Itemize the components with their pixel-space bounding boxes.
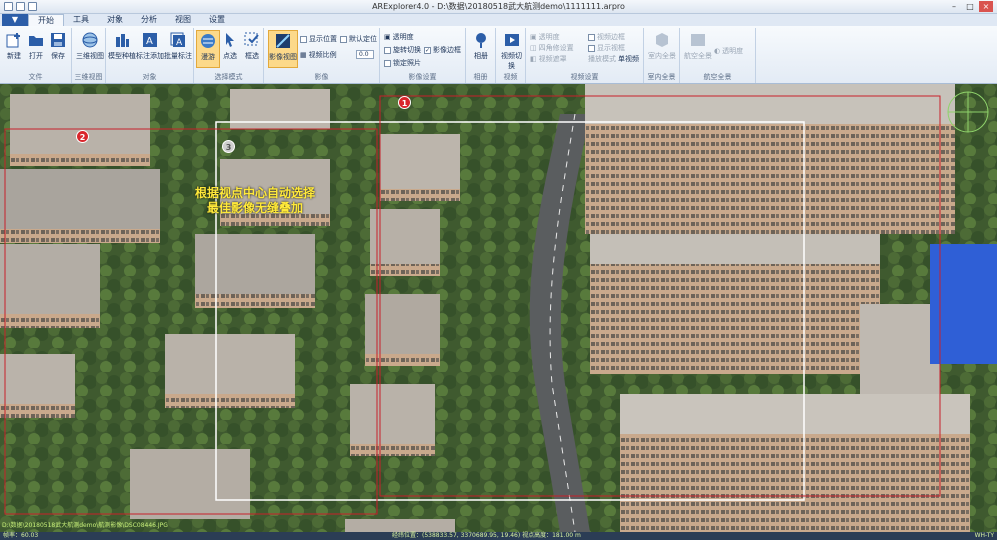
label-add-button[interactable]: A 标注添加: [136, 30, 164, 68]
video-switch-icon: [504, 34, 519, 46]
tab-view[interactable]: 视图: [166, 14, 200, 26]
lock-photo-checkbox[interactable]: [384, 59, 391, 67]
video-frame-toggle[interactable]: 视频边框: [588, 32, 625, 42]
display-mode-select[interactable]: 播放模式 单视频: [588, 54, 639, 64]
image-badge-1[interactable]: 1: [398, 96, 411, 109]
tab-settings[interactable]: 设置: [200, 14, 234, 26]
rotate-switch-checkbox[interactable]: [384, 46, 391, 54]
image-badge-3[interactable]: 3: [222, 140, 235, 153]
air-transparency-icon: ◐: [714, 47, 721, 55]
compass-icon[interactable]: [947, 91, 989, 133]
point-select-button[interactable]: 点选: [218, 30, 242, 68]
group-object: 模型种植 A 标注添加 A 批量标注 对象: [106, 28, 194, 83]
transparency-button[interactable]: ▣ 透明度: [384, 32, 414, 42]
new-button[interactable]: 新建: [2, 30, 26, 68]
frame-rate: 帧率：60.03: [3, 532, 39, 539]
maximize-button[interactable]: □: [963, 1, 977, 12]
image-border-checkbox[interactable]: ✓: [424, 46, 431, 54]
group-select-mode: 漫游 点选 框选 选择模式: [194, 28, 264, 83]
label-add-icon: A: [143, 33, 157, 47]
batch-label-icon: A: [170, 32, 185, 48]
save-icon: [51, 33, 65, 47]
show-position-toggle[interactable]: 显示位置: [300, 34, 337, 44]
globe-browse-icon: [201, 34, 215, 48]
image-view-button[interactable]: 影像视图: [268, 30, 298, 68]
album-pin-icon: [476, 33, 486, 48]
indoor-pano-button[interactable]: 室内全景: [648, 30, 676, 68]
model-plant-button[interactable]: 模型种植: [108, 30, 136, 68]
map-viewport[interactable]: 1 2 3 根据视点中心自动选择 最佳影像无缝叠加 D:\数据\20180518…: [0, 84, 997, 532]
image-ratio-control[interactable]: ▦ 视频比例: [300, 50, 337, 60]
cursor-arrow-icon: [226, 33, 234, 47]
show-frame-checkbox[interactable]: [588, 44, 595, 52]
tab-start[interactable]: 开始: [28, 14, 64, 26]
default-position-checkbox[interactable]: [340, 35, 347, 43]
four-corner-icon: ◫: [530, 44, 537, 52]
folder-open-icon: [29, 36, 43, 46]
show-frame-toggle[interactable]: 显示视框: [588, 43, 625, 53]
building-model-icon: [116, 34, 129, 47]
overlay-caption: 根据视点中心自动选择 最佳影像无缝叠加: [194, 186, 315, 215]
default-position-toggle[interactable]: 默认定位: [340, 34, 377, 44]
image-view-icon: [276, 34, 290, 48]
air-pano-icon: [691, 34, 705, 46]
batch-label-button[interactable]: A 批量标注: [164, 30, 192, 68]
open-button[interactable]: 打开: [24, 30, 48, 68]
close-button[interactable]: ×: [979, 1, 993, 12]
group-imagery: 影像视图 显示位置 默认定位 ▦ 视频比例 0.0 影像: [264, 28, 380, 83]
globe-3d-icon: [82, 32, 98, 48]
lock-photo-toggle[interactable]: 锁定照片: [384, 58, 421, 68]
ratio-spinner[interactable]: 0.0: [356, 50, 374, 59]
minimize-button[interactable]: –: [947, 1, 961, 12]
group-album: 相册 相册: [466, 28, 496, 83]
group-air-pano: 航空全景 ◐ 透明度 航空全景: [680, 28, 756, 83]
box-select-icon: [244, 32, 259, 46]
air-transparency-button[interactable]: ◐ 透明度: [714, 46, 743, 56]
group-video: 视频切换 视频: [496, 28, 526, 83]
file-menu-button[interactable]: ▼: [2, 14, 28, 26]
svg-text:A: A: [146, 36, 153, 47]
orientation-readout: WH-TY: [974, 532, 994, 539]
group-file: 新建 打开 保存 文件: [0, 28, 72, 83]
image-file-path: D:\数据\20180518武大航测demo\航测影像\DSC08446.JPG: [2, 522, 168, 529]
four-corner-button[interactable]: ◫ 四角修设置: [530, 43, 574, 53]
right-highrises: [585, 84, 997, 532]
ribbon-tabs: ▼ 开始 工具 对象 分析 视图 设置: [0, 14, 997, 26]
title-bar: ARExplorer4.0 - D:\数据\20180518武大航测demo\1…: [0, 0, 997, 14]
group-3dview: 三维视图 三维视图: [72, 28, 106, 83]
image-border-toggle[interactable]: ✓ 影像边框: [424, 45, 461, 55]
svg-text:A: A: [176, 38, 183, 48]
rotate-switch-toggle[interactable]: 旋转切换: [384, 45, 421, 55]
video-mask-icon: ◧: [530, 55, 537, 63]
view3d-button[interactable]: 三维视图: [76, 30, 104, 68]
tab-object[interactable]: 对象: [98, 14, 132, 26]
album-button[interactable]: 相册: [469, 30, 493, 68]
box-select-button[interactable]: 框选: [240, 30, 264, 68]
tab-analysis[interactable]: 分析: [132, 14, 166, 26]
coordinate-readout: 经纬位置：(538833.57, 3370689.95, 19.46) 视点高度…: [392, 532, 581, 539]
ratio-icon: ▦: [300, 51, 307, 59]
show-position-checkbox[interactable]: [300, 35, 307, 43]
tab-tools[interactable]: 工具: [64, 14, 98, 26]
air-pano-button[interactable]: 航空全景: [684, 30, 712, 68]
transparency-icon: ▣: [384, 33, 391, 41]
browse-button[interactable]: 漫游: [196, 30, 220, 68]
video-mask-button[interactable]: ◧ 视频遮罩: [530, 54, 567, 64]
aerial-image: [0, 84, 997, 532]
video-transparency-button[interactable]: ▣ 透明度: [530, 32, 560, 42]
video-transparency-icon: ▣: [530, 33, 537, 41]
window-title: ARExplorer4.0 - D:\数据\20180518武大航测demo\1…: [372, 2, 625, 11]
group-video-settings: ▣ 透明度 视频边框 ◫ 四角修设置 显示视框 ◧ 视频遮罩 播放模式 单视频 视频设置: [526, 28, 644, 83]
video-switch-button[interactable]: 视频切换: [498, 30, 525, 70]
group-indoor-pano: 室内全景 室内全景: [644, 28, 680, 83]
group-image-settings: ▣ 透明度 旋转切换 ✓ 影像边框 锁定照片 影像设置: [380, 28, 466, 83]
image-badge-2[interactable]: 2: [76, 130, 89, 143]
ribbon: 新建 打开 保存 文件 三维视图 三维视图 模型种植 A 标注添加 A 批量标注…: [0, 26, 997, 84]
new-icon: [6, 33, 20, 48]
status-bar: 帧率：60.03 经纬位置：(538833.57, 3370689.95, 19…: [0, 532, 997, 540]
video-frame-checkbox[interactable]: [588, 33, 595, 41]
cube-icon: [656, 33, 668, 47]
save-button[interactable]: 保存: [46, 30, 70, 68]
